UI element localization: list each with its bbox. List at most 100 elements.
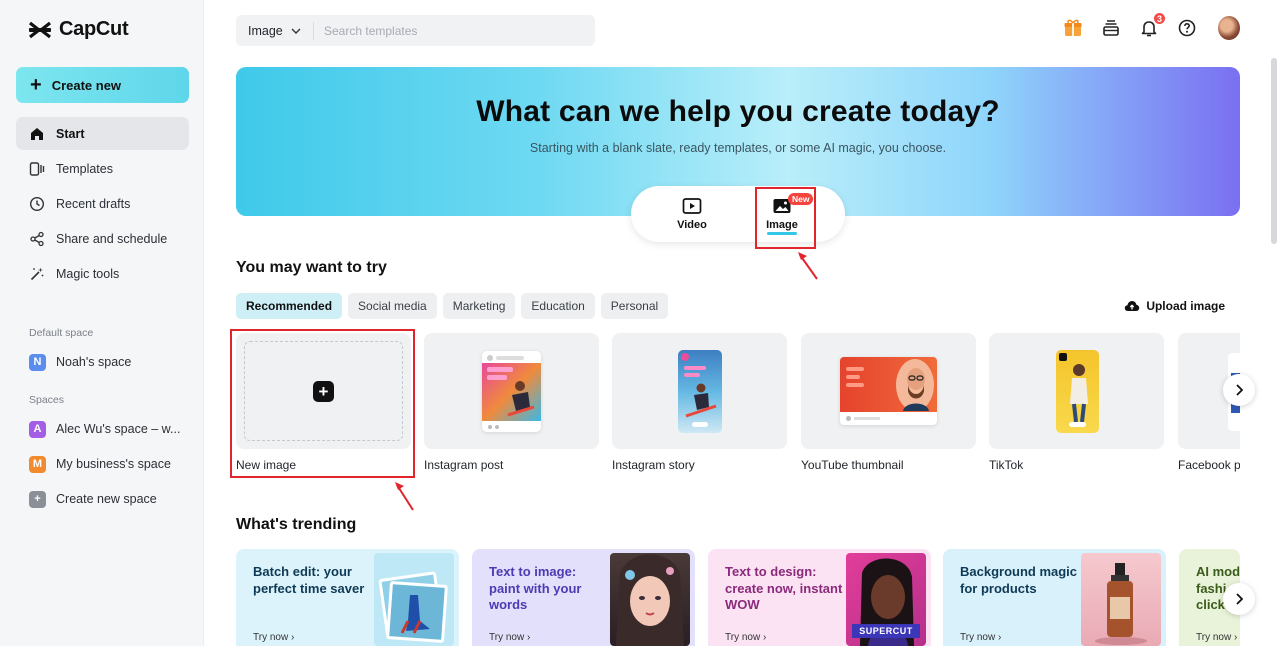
trending-card-background-magic[interactable]: Background magic for products Try now › <box>943 549 1166 646</box>
category-chips: Recommended Social media Marketing Educa… <box>236 293 669 319</box>
trending-card-title: Batch edit: your perfect time saver <box>253 564 365 596</box>
chip-education[interactable]: Education <box>521 293 595 319</box>
capcut-logo[interactable]: CapCut <box>28 18 129 41</box>
hero-title: What can we help you create today? <box>476 95 1000 128</box>
header-actions: 3 <box>1062 12 1240 40</box>
notifications-button[interactable]: 3 <box>1138 12 1166 39</box>
share-icon <box>30 231 44 246</box>
trending-card-art <box>374 553 454 646</box>
try-now-link[interactable]: Try now › <box>253 632 294 643</box>
trending-card-text-to-image[interactable]: Text to image: paint with your words Try… <box>472 549 695 646</box>
card-youtube-thumbnail[interactable]: YouTube thumbnail <box>801 333 976 472</box>
post-mockup <box>482 351 541 432</box>
home-icon <box>31 127 43 140</box>
create-new-label: Create new <box>51 77 122 93</box>
help-icon <box>1178 19 1196 37</box>
card-thumbnail <box>801 333 976 449</box>
user-avatar-button[interactable] <box>1218 16 1240 40</box>
card-instagram-post[interactable]: Instagram post <box>424 333 599 472</box>
space-label: Alec Wu's space – w... <box>56 422 181 436</box>
try-now-link[interactable]: Try now › <box>960 632 1001 643</box>
trending-card-text-to-design[interactable]: Text to design: create now, instant WOW … <box>708 549 931 646</box>
sidebar-item-label: Templates <box>56 161 113 176</box>
card-caption: New image <box>236 458 297 472</box>
templates-icon <box>29 161 45 176</box>
try-now-link[interactable]: Try now › <box>1196 632 1237 643</box>
tiktok-mockup <box>1056 350 1099 433</box>
mode-video-tab[interactable]: Video <box>652 186 732 242</box>
trending-card-batch-edit[interactable]: Batch edit: your perfect time saver Try … <box>236 549 459 646</box>
carousel-next-button[interactable] <box>1223 374 1255 406</box>
chip-social-media[interactable]: Social media <box>348 293 437 319</box>
upload-image-button[interactable]: Upload image <box>1124 299 1225 313</box>
card-instagram-story[interactable]: Instagram story <box>612 333 787 472</box>
search-input[interactable] <box>314 23 574 38</box>
space-avatar: M <box>29 455 46 473</box>
layers-icon <box>1103 20 1119 36</box>
card-thumbnail <box>989 333 1164 449</box>
notification-badge: 3 <box>1152 12 1166 25</box>
mode-image-tab[interactable]: New Image <box>742 186 822 242</box>
sidebar-item-label: Share and schedule <box>56 231 168 246</box>
card-caption: Instagram post <box>424 458 504 472</box>
mode-switch: Video New Image <box>631 186 845 242</box>
supercut-label: SUPERCUT <box>852 624 920 638</box>
card-caption: Instagram story <box>612 458 695 472</box>
hero-subtitle: Starting with a blank slate, ready templ… <box>529 141 947 155</box>
try-now-link[interactable]: Try now › <box>725 632 766 643</box>
sidebar-item-recent-drafts[interactable]: Recent drafts <box>16 187 189 220</box>
trending-card-title: Background magic for products <box>960 564 1078 596</box>
space-item-noah[interactable]: N Noah's space <box>16 347 196 377</box>
help-button[interactable] <box>1176 17 1198 39</box>
sidebar-item-label: Magic tools <box>56 266 120 281</box>
space-label: My business's space <box>56 457 171 471</box>
sidebar-item-templates[interactable]: Templates <box>16 152 189 185</box>
chip-recommended[interactable]: Recommended <box>236 293 343 319</box>
capcut-logo-icon <box>29 21 51 38</box>
magic-wand-icon <box>30 267 44 280</box>
space-item-alec[interactable]: A Alec Wu's space – w... <box>16 414 196 444</box>
chevron-right-icon <box>1236 593 1243 605</box>
avatar <box>1218 16 1240 40</box>
card-caption: YouTube thumbnail <box>801 458 904 472</box>
card-tiktok[interactable]: TikTok <box>989 333 1164 472</box>
app-name: CapCut <box>59 18 129 40</box>
space-label: Create new space <box>56 492 157 506</box>
page-scrollbar[interactable] <box>1271 58 1277 244</box>
gift-icon <box>1064 19 1082 36</box>
plus-icon: + <box>30 74 42 96</box>
card-thumbnail: + <box>236 333 411 449</box>
search-type-dropdown[interactable]: Image <box>236 21 314 40</box>
sidebar-item-label: Start <box>56 126 85 141</box>
card-new-image[interactable]: + New image <box>236 333 411 472</box>
plus-icon: + <box>313 381 334 402</box>
card-thumbnail <box>424 333 599 449</box>
create-new-button[interactable]: + Create new <box>16 67 189 103</box>
space-item-business[interactable]: M My business's space <box>16 449 196 479</box>
annotation-arrow-icon <box>798 252 818 280</box>
card-caption: TikTok <box>989 458 1024 472</box>
clock-icon <box>29 196 45 211</box>
trending-next-button[interactable] <box>1223 583 1255 615</box>
chip-marketing[interactable]: Marketing <box>442 293 516 319</box>
annotation-arrow-icon <box>395 482 414 511</box>
spaces-heading: Spaces <box>29 394 65 406</box>
video-icon <box>682 198 702 214</box>
mode-label: Video <box>677 219 707 231</box>
trending-card-title: Text to design: create now, instant WOW <box>725 564 843 612</box>
create-new-space-button[interactable]: + Create new space <box>16 484 196 514</box>
sidebar-item-start[interactable]: Start <box>16 117 189 150</box>
sidebar-item-share-and-schedule[interactable]: Share and schedule <box>16 222 189 255</box>
chip-personal[interactable]: Personal <box>600 293 669 319</box>
mode-label: Image <box>766 219 798 231</box>
chevron-down-icon <box>291 28 301 34</box>
inbox-button[interactable] <box>1100 17 1122 39</box>
gift-button[interactable] <box>1062 17 1084 39</box>
cloud-upload-icon <box>1125 301 1140 311</box>
search-bar: Image <box>236 15 595 46</box>
space-avatar: N <box>29 353 46 371</box>
space-label: Noah's space <box>56 355 132 369</box>
try-now-link[interactable]: Try now › <box>489 632 530 643</box>
plus-icon: + <box>29 490 46 508</box>
sidebar-item-magic-tools[interactable]: Magic tools <box>16 257 189 290</box>
